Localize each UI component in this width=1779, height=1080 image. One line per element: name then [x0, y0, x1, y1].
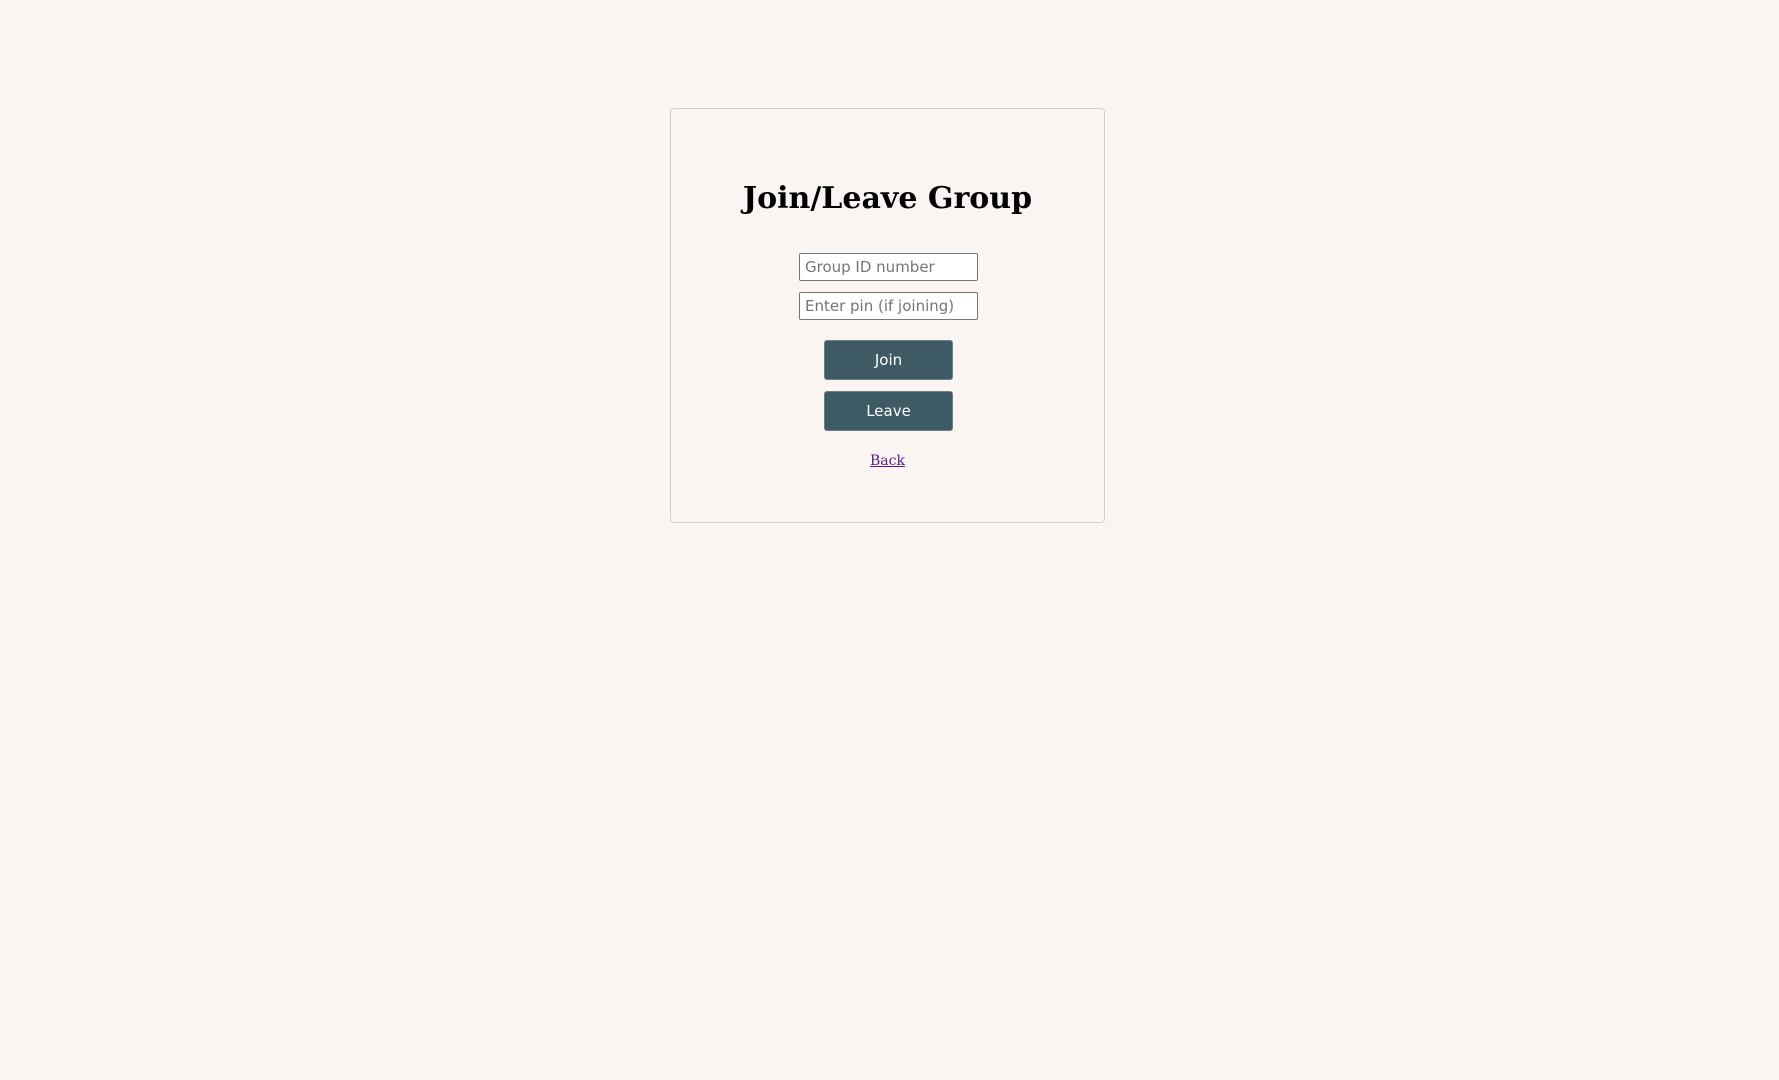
group-id-input[interactable]	[799, 253, 978, 281]
back-link-container: Back	[671, 452, 1104, 470]
leave-button[interactable]: Leave	[824, 391, 953, 431]
join-button[interactable]: Join	[824, 340, 953, 380]
page-title: Join/Leave Group	[742, 181, 1033, 216]
pin-input[interactable]	[799, 292, 978, 320]
join-leave-group-card: Join/Leave Group Join Leave Back	[670, 108, 1105, 523]
back-link[interactable]: Back	[870, 453, 905, 469]
